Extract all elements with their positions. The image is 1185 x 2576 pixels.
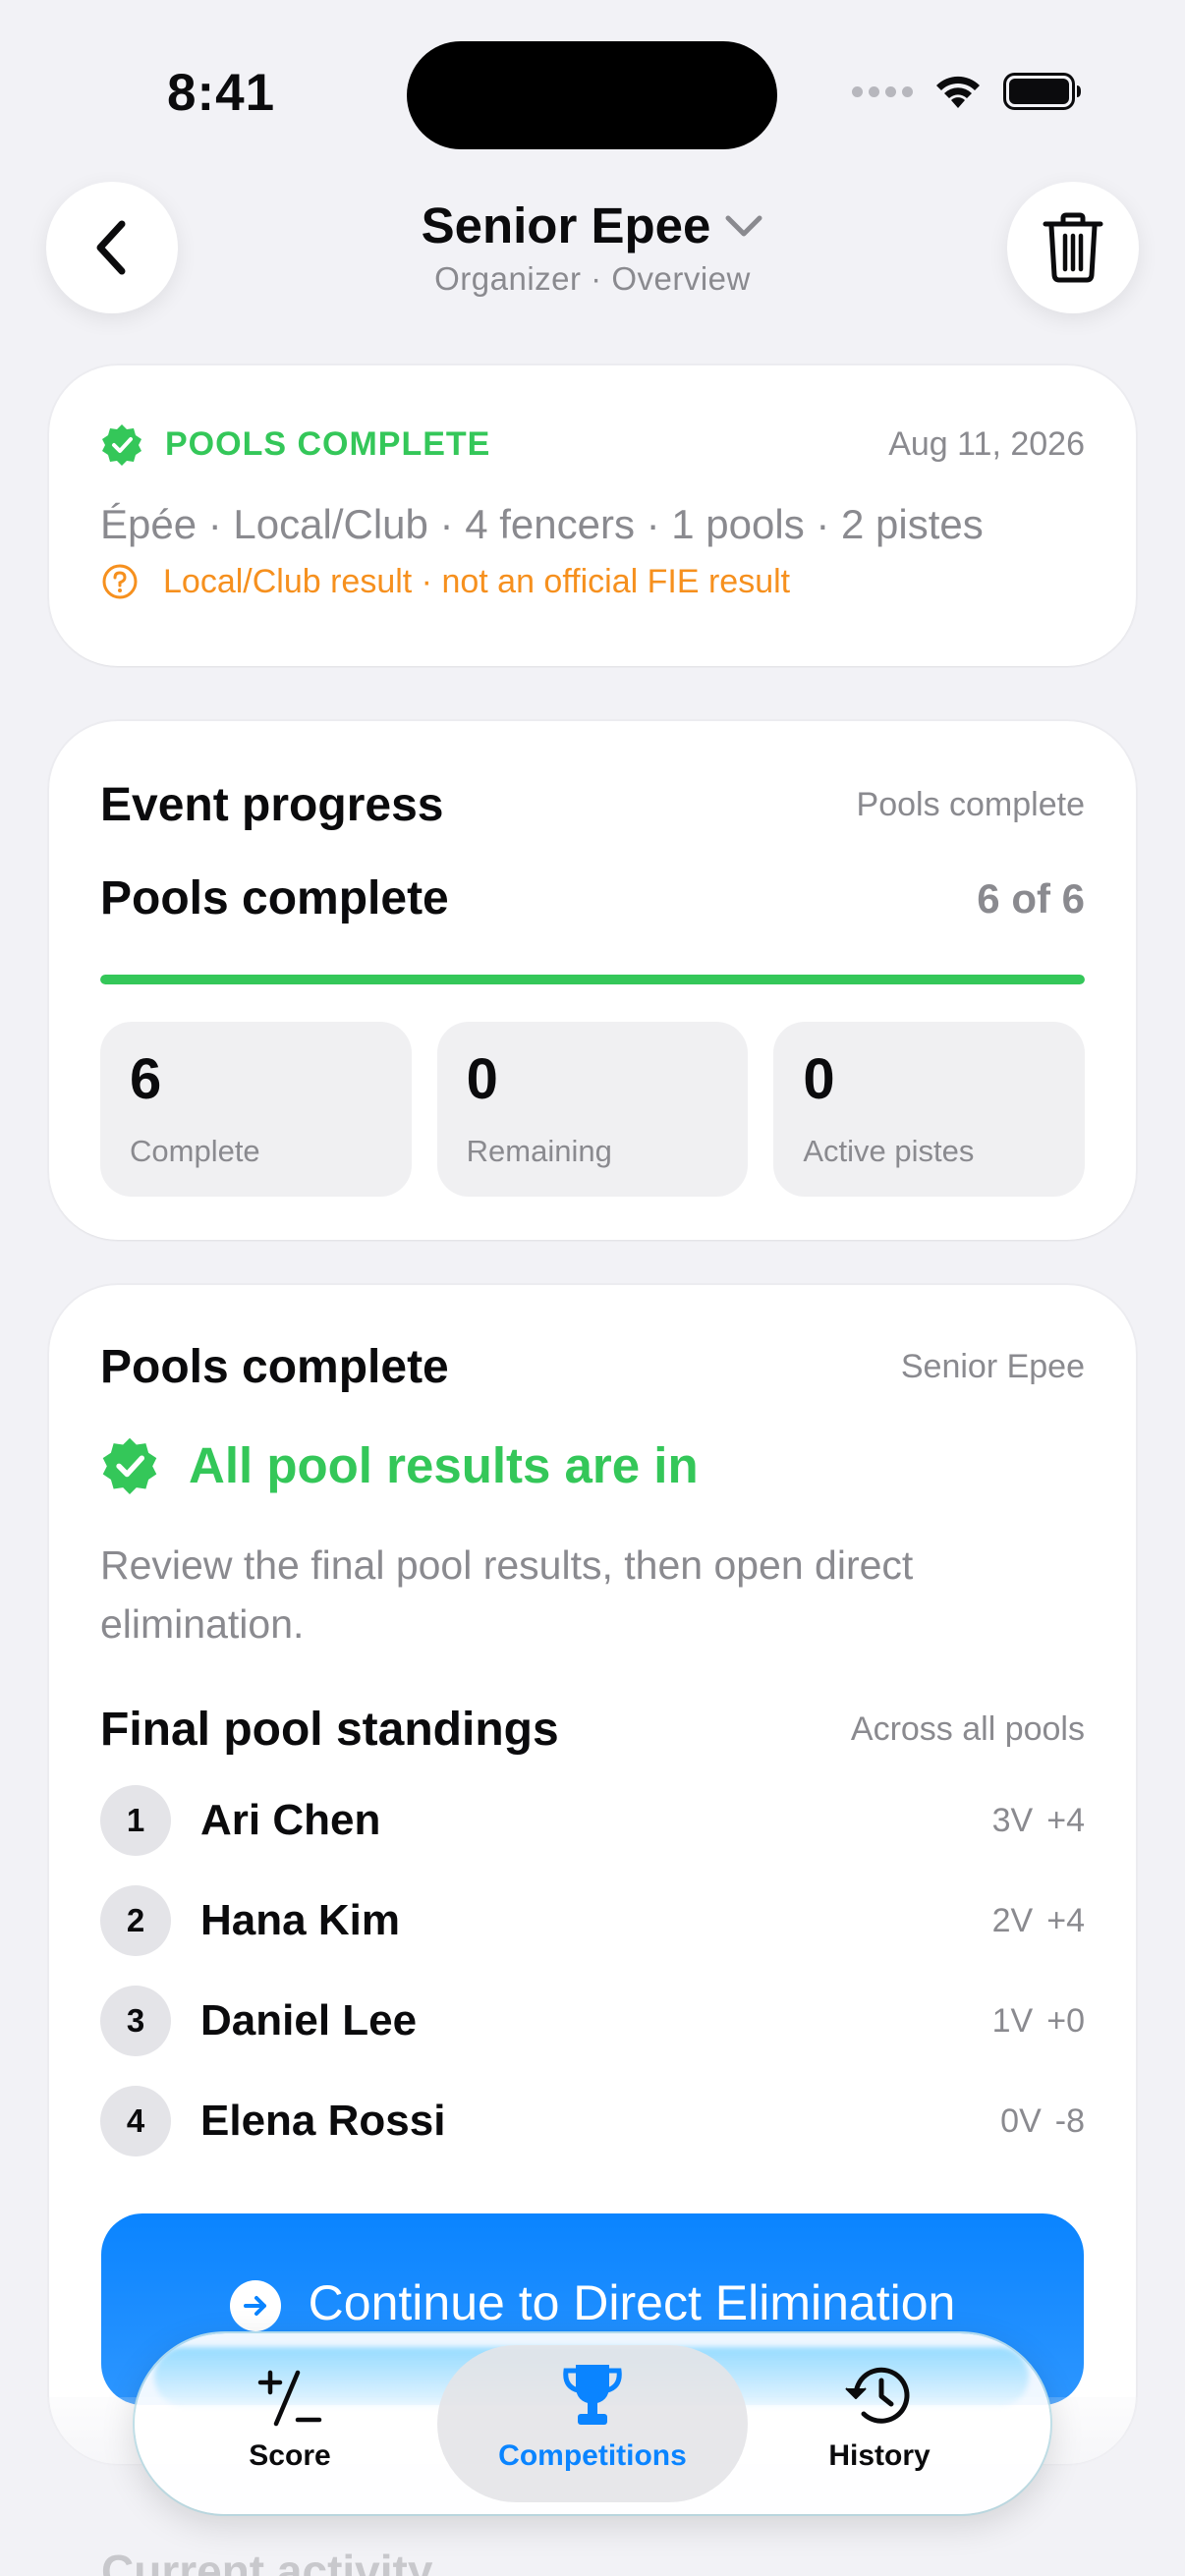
rank-badge: 4 xyxy=(100,2086,171,2156)
phase-label: Pools complete xyxy=(100,872,449,924)
history-clock-icon xyxy=(845,2367,910,2424)
results-description: Review the final pool results, then open… xyxy=(100,1542,914,1647)
fencer-victories: 3V xyxy=(991,1801,1034,1839)
warning-text: Local/Club result · not an official FIE … xyxy=(163,562,791,600)
signal-icon xyxy=(852,85,913,97)
tab-label: History xyxy=(828,2439,931,2472)
results-in-banner: All pool results are in xyxy=(100,1435,1085,1494)
standing-row[interactable]: 3 Daniel Lee 1V +0 xyxy=(100,1971,1085,2071)
fencer-victories: 2V xyxy=(991,1901,1034,1939)
progress-bar xyxy=(100,975,1085,984)
stat-label: Active pistes xyxy=(803,1134,975,1168)
standing-row[interactable]: 4 Elena Rossi 0V -8 xyxy=(100,2071,1085,2171)
event-summary-card: POOLS COMPLETE Aug 11, 2026 Épée · Local… xyxy=(49,365,1136,666)
standings-list: 1 Ari Chen 3V +4 2 Hana Kim 2V +4 3 Dani… xyxy=(100,1770,1085,2171)
rank-badge: 3 xyxy=(100,1986,171,2056)
stat-active-pistes: 0 Active pistes xyxy=(773,1022,1086,1197)
standings-title: Final pool standings xyxy=(100,1704,559,1756)
rank-badge: 2 xyxy=(100,1885,171,1956)
stat-value: 0 xyxy=(803,1047,835,1111)
verified-check-icon xyxy=(102,424,141,466)
stat-label: Remaining xyxy=(466,1134,612,1168)
section-aside: Pools complete xyxy=(856,786,1085,823)
stat-value: 0 xyxy=(466,1047,498,1111)
event-date: Aug 11, 2026 xyxy=(888,424,1085,463)
stat-label: Complete xyxy=(130,1134,260,1168)
progress-fill xyxy=(100,975,1085,984)
tab-label: Competitions xyxy=(498,2439,687,2472)
fencer-name: Ari Chen xyxy=(200,1796,381,1844)
fencer-indicator: +4 xyxy=(1046,1901,1085,1939)
tab-score[interactable]: Score xyxy=(135,2345,445,2502)
tab-label: Score xyxy=(249,2439,331,2472)
stat-value: 6 xyxy=(130,1047,162,1111)
fencer-name: Elena Rossi xyxy=(200,2097,446,2145)
section-title: Pools complete xyxy=(100,1341,449,1393)
delete-button[interactable] xyxy=(1007,182,1139,313)
results-headline: All pool results are in xyxy=(189,1436,699,1493)
next-section-title: Current activity xyxy=(101,2546,433,2576)
standings-aside: Across all pools xyxy=(850,1710,1085,1748)
fencer-name: Daniel Lee xyxy=(200,1996,418,2044)
arrow-right-circle-icon xyxy=(229,2280,281,2331)
stat-row: 6 Complete 0 Remaining 0 Active pistes xyxy=(100,1022,1086,1197)
event-switcher[interactable]: Senior Epee xyxy=(422,196,764,254)
event-progress-card: Event progress Pools complete Pools comp… xyxy=(49,721,1136,1240)
tab-bar: Score Competitions History xyxy=(135,2333,1050,2514)
result-warning: Local/Club result · not an official FIE … xyxy=(100,562,1085,601)
status-time: 8:41 xyxy=(167,64,276,122)
standing-row[interactable]: 1 Ari Chen 3V +4 xyxy=(100,1770,1085,1871)
chevron-down-icon xyxy=(725,215,762,236)
fencer-indicator: -8 xyxy=(1054,2101,1085,2140)
trophy-icon xyxy=(563,2365,622,2425)
fencer-victories: 0V xyxy=(1000,2101,1042,2140)
question-circle-icon xyxy=(102,564,138,599)
fencer-name: Hana Kim xyxy=(200,1896,400,1944)
page-title: Senior Epee xyxy=(421,197,711,253)
verified-check-icon xyxy=(102,1437,157,1494)
section-title: Event progress xyxy=(100,779,444,831)
section-aside: Senior Epee xyxy=(900,1348,1085,1385)
rank-badge: 1 xyxy=(100,1785,171,1856)
status-label: POOLS COMPLETE xyxy=(165,424,491,463)
trash-icon xyxy=(1043,212,1103,283)
fencer-indicator: +4 xyxy=(1046,1801,1085,1839)
event-meta: Épée · Local/Club · 4 fencers · 1 pools … xyxy=(100,501,984,547)
status-badge: POOLS COMPLETE xyxy=(100,422,490,466)
wifi-icon xyxy=(932,73,984,110)
stat-complete: 6 Complete xyxy=(100,1022,412,1197)
stat-remaining: 0 Remaining xyxy=(436,1022,749,1197)
plus-minus-icon xyxy=(257,2370,322,2427)
fencer-indicator: +0 xyxy=(1046,2001,1085,2040)
battery-icon xyxy=(1003,73,1082,110)
tab-competitions[interactable]: Competitions xyxy=(437,2345,748,2502)
standing-row[interactable]: 2 Hana Kim 2V +4 xyxy=(100,1871,1085,1971)
status-icons xyxy=(852,73,1082,110)
dynamic-island xyxy=(407,41,777,149)
progress-count: 6 of 6 xyxy=(977,874,1085,922)
fencer-victories: 1V xyxy=(991,2001,1034,2040)
tab-history[interactable]: History xyxy=(724,2345,1035,2502)
page-subtitle: Organizer · Overview xyxy=(434,260,751,297)
